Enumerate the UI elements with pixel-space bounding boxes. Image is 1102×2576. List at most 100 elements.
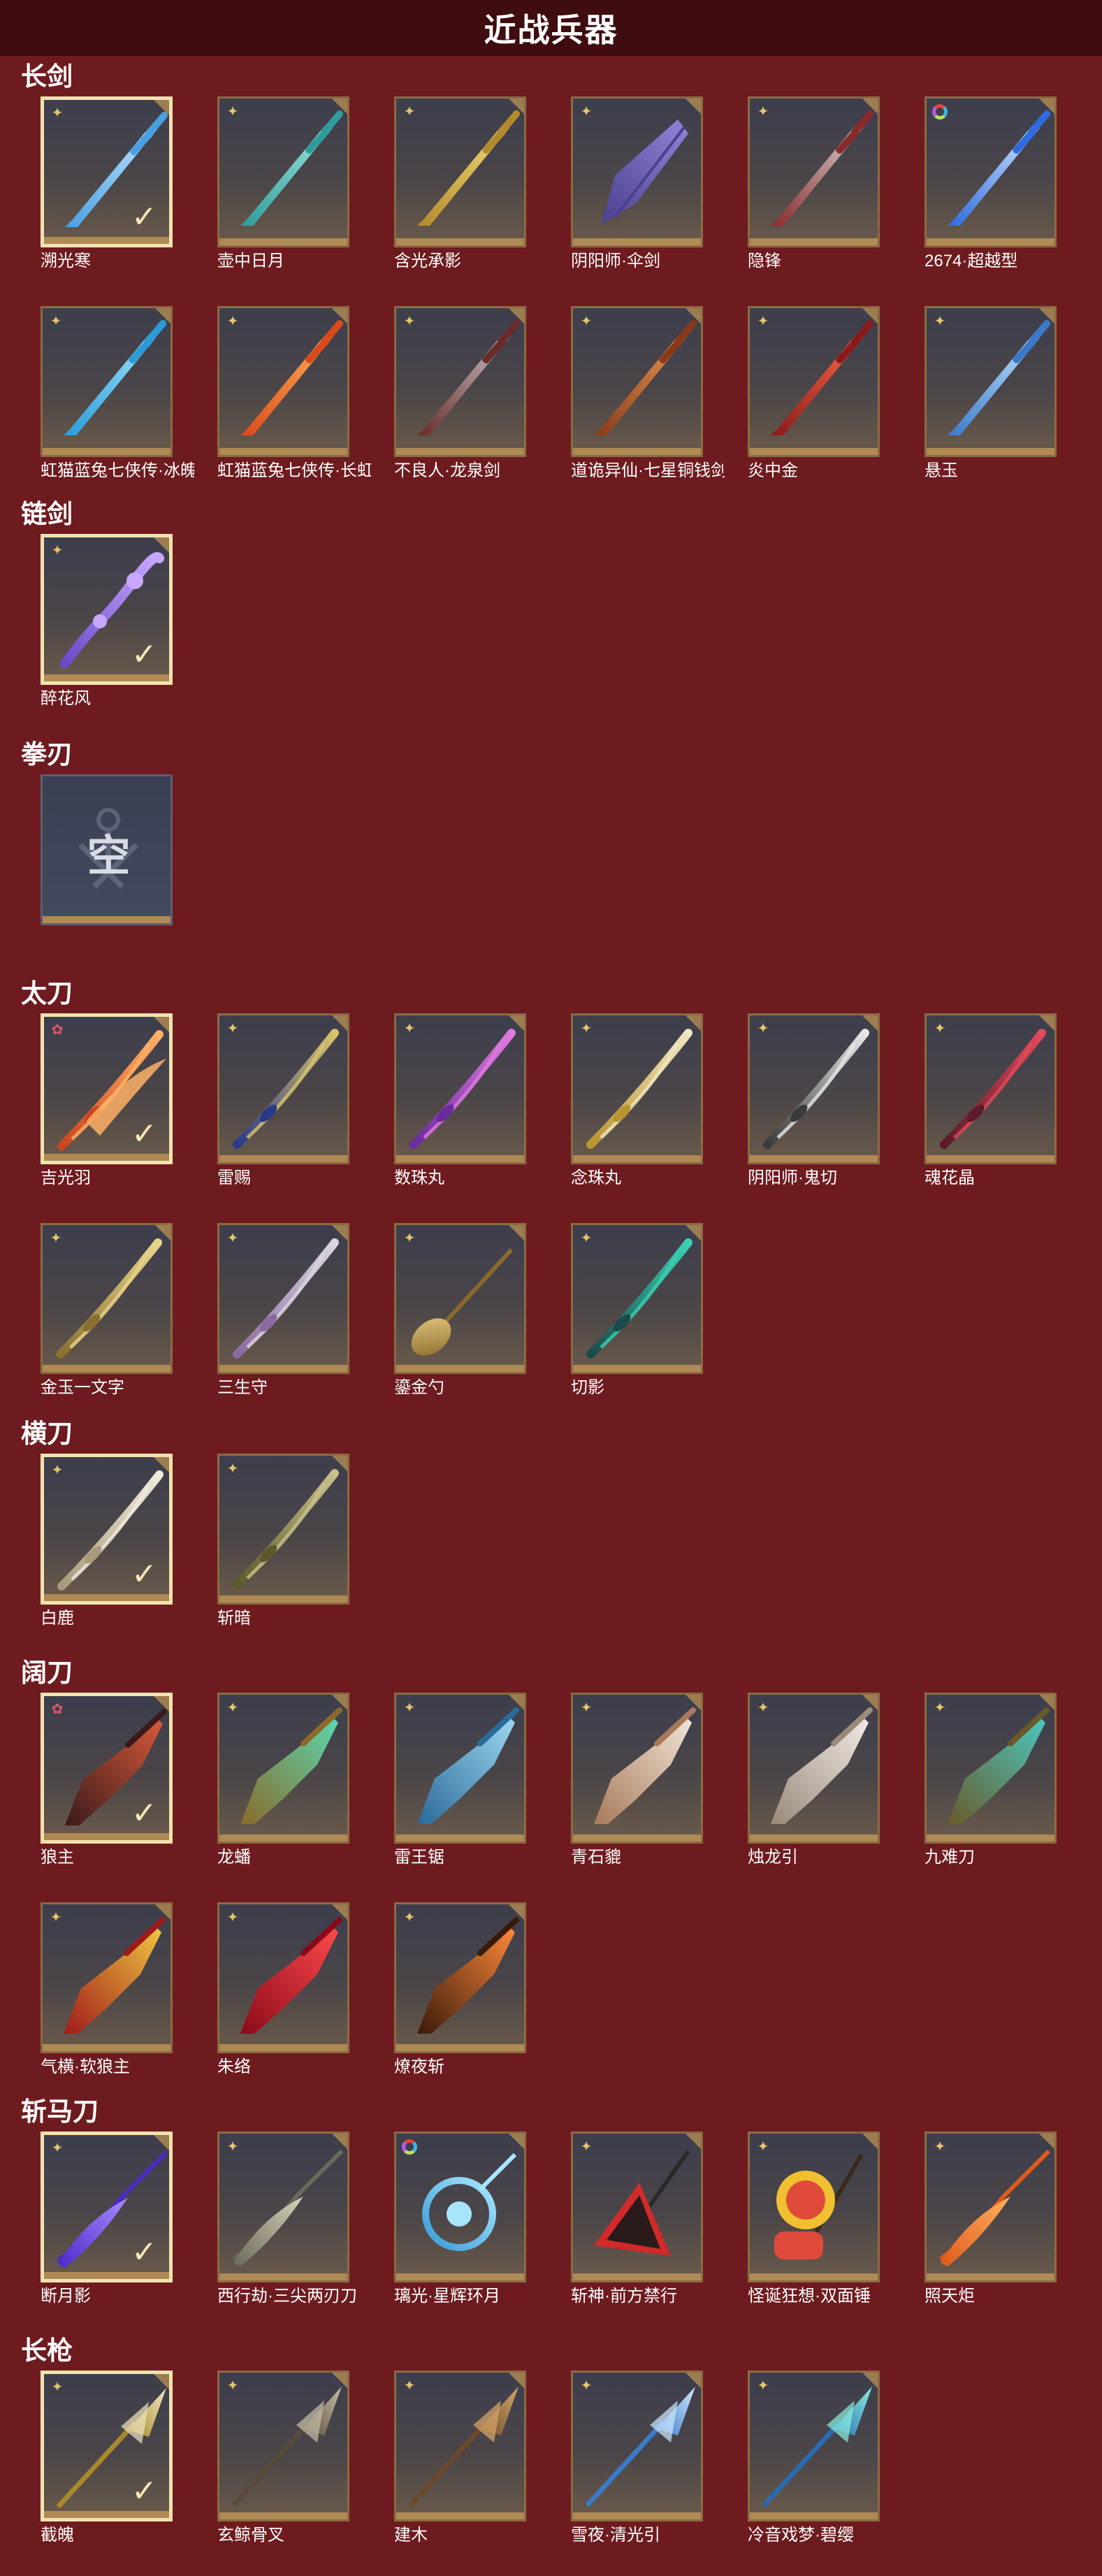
weapon-card[interactable]: ✦	[925, 1693, 1057, 1844]
weapon-card[interactable]: ✦	[748, 2132, 880, 2282]
weapon-card[interactable]: ✦	[748, 96, 880, 247]
weapon-item[interactable]: ✦ 青石貔	[571, 1693, 707, 1867]
weapon-card[interactable]: ✦	[925, 2132, 1057, 2282]
weapon-card[interactable]: ✦	[217, 1693, 349, 1844]
weapon-card[interactable]: ✦	[748, 2371, 880, 2521]
weapon-card[interactable]: ✦	[394, 1693, 526, 1844]
weapon-item[interactable]: ✦ 阴阳师·鬼切	[748, 1013, 884, 1188]
weapon-item[interactable]: ✦ 照天炬	[925, 2132, 1061, 2306]
weapon-item[interactable]: ✦ 九难刀	[925, 1693, 1061, 1867]
weapon-card[interactable]: ✦ ✓	[41, 534, 173, 685]
weapon-card[interactable]: ✦	[748, 1013, 880, 1164]
weapon-card[interactable]: ✦ ✓	[41, 1454, 173, 1605]
weapon-card[interactable]: ✦	[41, 1902, 173, 2053]
weapon-item[interactable]: ✦ 雪夜·清光引	[571, 2371, 707, 2545]
weapon-card[interactable]: ✦ ✓	[41, 2371, 173, 2521]
weapon-item[interactable]: ✦ 冷音戏梦·碧缨	[748, 2371, 884, 2545]
weapon-item[interactable]: ✦ 龙蟠	[217, 1693, 354, 1867]
weapon-item[interactable]: ✦ 隐锋	[748, 96, 884, 271]
weapon-card[interactable]: ✦	[217, 2132, 349, 2282]
weapon-card[interactable]: ✦	[217, 1454, 349, 1605]
weapon-item[interactable]: ✦ 虹猫蓝兔七侠传·冰魄...	[41, 306, 194, 481]
weapon-item[interactable]: 璃光·星辉环月	[394, 2132, 530, 2306]
weapon-card[interactable]: ✦	[217, 96, 349, 247]
weapon-card[interactable]: ✦	[571, 1693, 703, 1844]
weapon-card[interactable]: ✦	[41, 1223, 173, 1374]
weapon-item[interactable]: ✦ 念珠丸	[571, 1013, 707, 1188]
weapon-card[interactable]: ✦	[748, 306, 880, 457]
weapon-item[interactable]: ✦ 雷王锯	[394, 1693, 530, 1867]
weapon-card[interactable]: ✦	[571, 1013, 703, 1164]
weapon-item[interactable]: ✦ 西行劫·三尖两刃刀	[217, 2132, 357, 2306]
weapon-item[interactable]: ✦ 魂花晶	[925, 1013, 1061, 1188]
weapon-item[interactable]: ✦ 数珠丸	[394, 1013, 530, 1188]
weapon-card[interactable]: ✦	[394, 1902, 526, 2053]
weapon-card[interactable]: ✦	[217, 306, 349, 457]
weapon-item[interactable]: ✦ 阴阳师·伞剑	[571, 96, 707, 271]
weapon-item[interactable]: ✦ 三生守	[217, 1223, 354, 1398]
weapon-item[interactable]: ✦ 道诡异仙·七星铜钱剑	[571, 306, 725, 481]
section-label: 太刀	[21, 979, 73, 1008]
weapon-card[interactable]	[394, 2132, 526, 2282]
weapon-item[interactable]: ✦ 虹猫蓝兔七侠传·长虹...	[217, 306, 371, 481]
weapon-item[interactable]: ✦ ✓ 白鹿	[41, 1454, 177, 1628]
weapon-card[interactable]: ✦	[571, 96, 703, 247]
weapon-item[interactable]: ✦ 朱络	[217, 1902, 354, 2077]
weapon-card[interactable]: ✦	[925, 306, 1057, 457]
weapon-card[interactable]: ✿ ✓	[41, 1013, 173, 1164]
weapon-card[interactable]: ✦	[571, 306, 703, 457]
weapon-card[interactable]: ✦	[571, 1223, 703, 1374]
weapon-item[interactable]: ✦ 含光承影	[394, 96, 530, 271]
weapon-item[interactable]: ✦ 玄鲸骨叉	[217, 2371, 354, 2545]
four-point-star-icon: ✦	[403, 314, 416, 329]
weapon-item[interactable]: ✦ 不良人·龙泉剑	[394, 306, 530, 481]
weapon-card[interactable]: ✦	[748, 1693, 880, 1844]
weapon-item[interactable]: ✦ 斩暗	[217, 1454, 354, 1628]
weapon-card[interactable]: ✦	[394, 1223, 526, 1374]
weapon-item[interactable]: ✦ 斩神·前方禁行	[571, 2132, 707, 2306]
weapon-item[interactable]: ✦ 炎中金	[748, 306, 884, 481]
empty-slot[interactable]: 空	[41, 774, 177, 949]
weapon-card[interactable]: ✦	[571, 2132, 703, 2282]
section-label: 链剑	[21, 500, 73, 528]
weapon-item[interactable]: ✦ 怪诞狂想·双面锤	[748, 2132, 884, 2306]
weapon-card[interactable]: ✦	[394, 96, 526, 247]
weapon-item[interactable]: ✦ ✓ 截魄	[41, 2371, 177, 2545]
weapon-item[interactable]: ✦ ✓ 溯光寒	[41, 96, 177, 271]
weapon-item[interactable]: ✦ 悬玉	[925, 306, 1061, 481]
weapon-card[interactable]: ✦	[394, 2371, 526, 2521]
weapon-card[interactable]: ✿ ✓	[41, 1693, 173, 1844]
weapon-item[interactable]: ✦ ✓ 断月影	[41, 2132, 177, 2306]
weapon-item[interactable]: 2674·超越型	[925, 96, 1061, 271]
weapon-card[interactable]: ✦	[217, 1013, 349, 1164]
weapon-card[interactable]: ✦ ✓	[41, 2132, 173, 2282]
weapon-item[interactable]: ✦ 壶中日月	[217, 96, 354, 271]
weapon-item[interactable]: ✿ ✓ 吉光羽	[41, 1013, 177, 1188]
weapon-item[interactable]: ✦ 烛龙引	[748, 1693, 884, 1867]
weapon-item[interactable]: ✦ 切影	[571, 1223, 707, 1398]
weapon-card[interactable]: ✦	[217, 1902, 349, 2053]
weapon-item[interactable]: ✦ 鎏金勺	[394, 1223, 530, 1398]
weapon-item[interactable]: ✦ 雷赐	[217, 1013, 354, 1188]
weapon-card[interactable]: ✦	[925, 1013, 1057, 1164]
weapon-card[interactable]: 空	[41, 774, 173, 925]
weapon-name: 龙蟠	[217, 1848, 251, 1867]
corner-tab	[686, 1225, 701, 1240]
weapon-card[interactable]: ✦	[394, 1013, 526, 1164]
weapon-card[interactable]: ✦	[571, 2371, 703, 2521]
four-point-star-icon: ✦	[580, 1021, 593, 1036]
weapon-card[interactable]: ✦	[217, 1223, 349, 1374]
weapon-card[interactable]: ✦ ✓	[41, 96, 173, 247]
weapon-item[interactable]: ✦ ✓ 醉花风	[41, 534, 177, 709]
weapon-card[interactable]: ✦	[41, 306, 173, 457]
weapon-item[interactable]: ✦ 气横·软狼主	[41, 1902, 177, 2077]
weapon-card[interactable]: ✦	[394, 306, 526, 457]
weapon-item[interactable]: ✿ ✓ 狼主	[41, 1693, 177, 1867]
weapon-name: 虹猫蓝兔七侠传·长虹...	[217, 461, 371, 480]
weapon-item[interactable]: ✦ 金玉一文字	[41, 1223, 177, 1398]
weapon-item[interactable]: ✦ 燎夜斩	[394, 1902, 530, 2077]
weapon-card[interactable]	[925, 96, 1057, 247]
weapon-name: 含光承影	[394, 252, 461, 270]
weapon-card[interactable]: ✦	[217, 2371, 349, 2521]
weapon-item[interactable]: ✦ 建木	[394, 2371, 530, 2545]
